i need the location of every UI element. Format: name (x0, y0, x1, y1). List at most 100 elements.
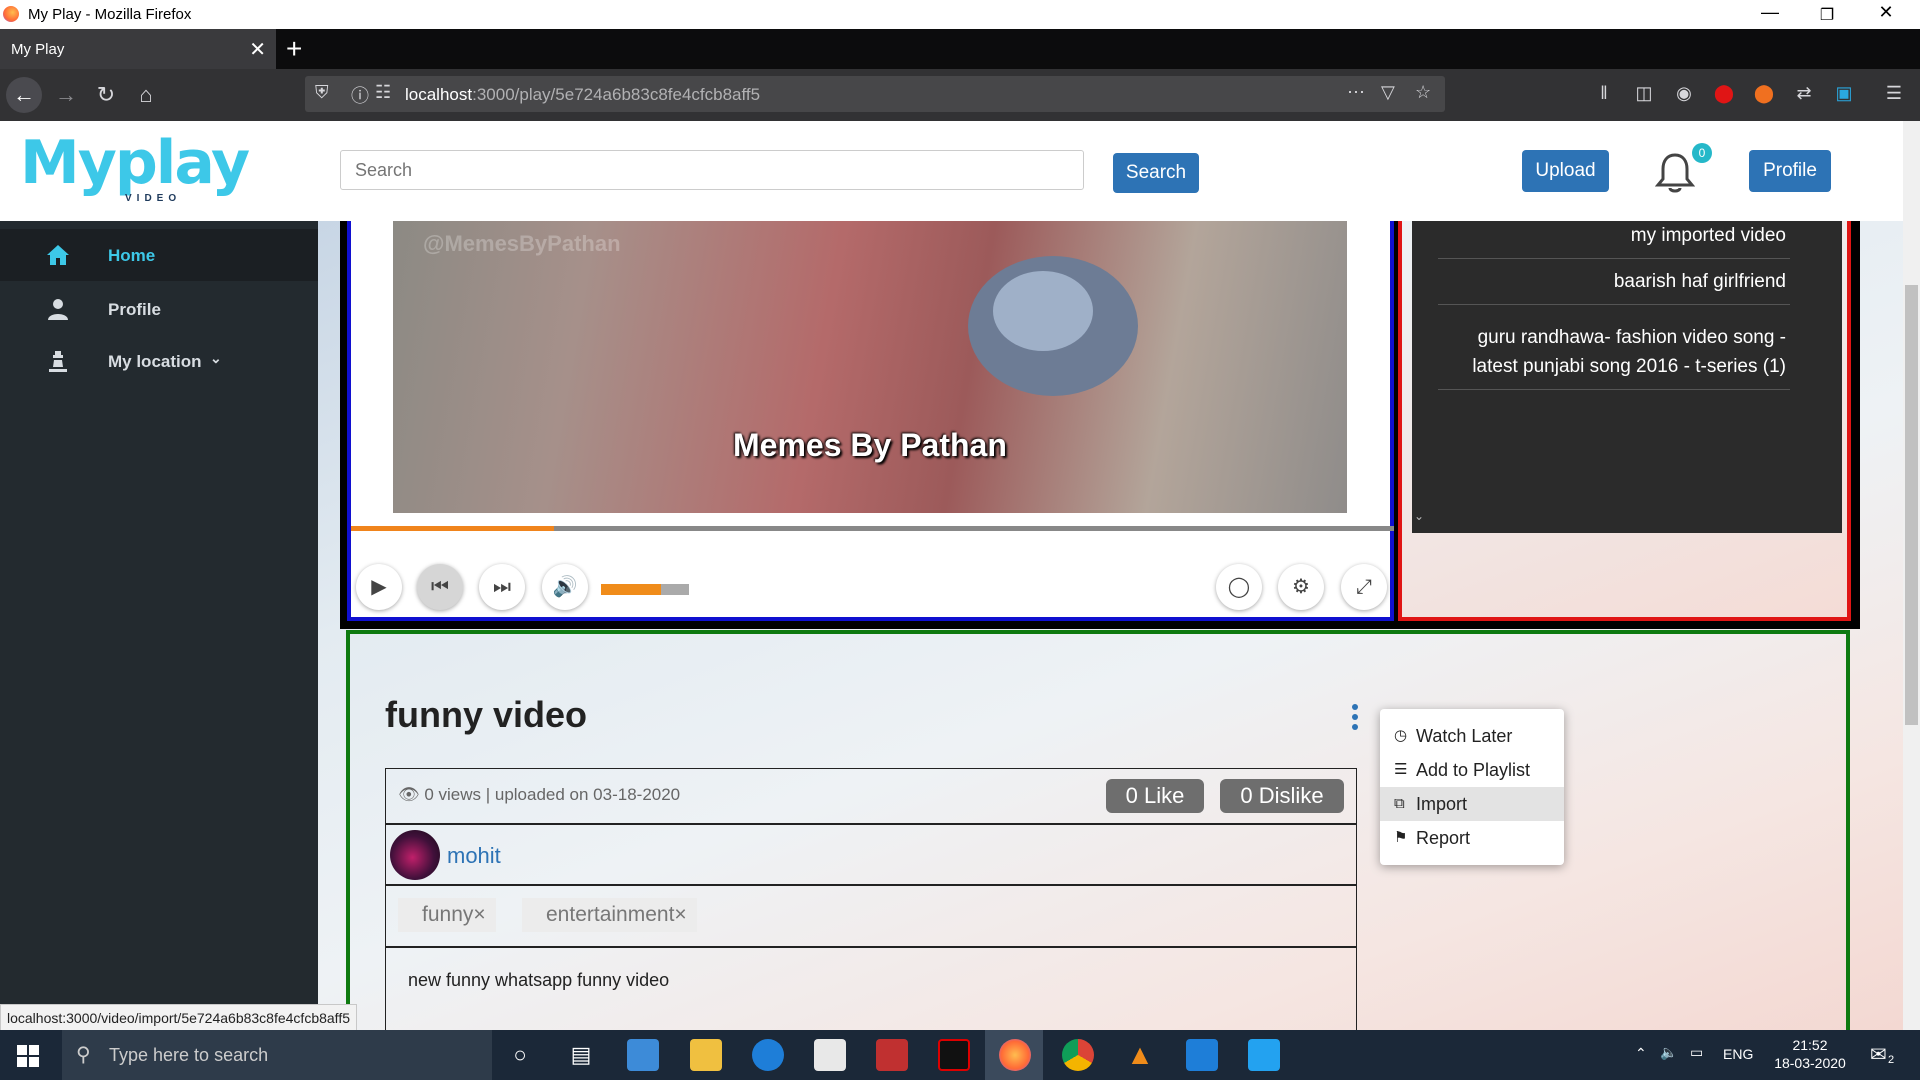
back-arrow-icon[interactable]: ← (6, 77, 42, 113)
upload-button[interactable]: Upload (1522, 150, 1609, 192)
profile-button[interactable]: Profile (1749, 150, 1831, 192)
tab-my-play[interactable]: My Play ✕ (0, 29, 276, 69)
more-options-icon[interactable] (1350, 702, 1360, 732)
chrome-icon[interactable] (1062, 1039, 1094, 1071)
bell-icon[interactable] (1655, 151, 1695, 195)
menu-item-add-to-playlist[interactable]: ☰ Add to Playlist (1380, 753, 1564, 787)
logo-text: Myplay (20, 128, 250, 198)
tags-row: funny× entertainment× (385, 885, 1357, 947)
url-bar[interactable]: ⛨ ⓘ ☷ localhost:3000/play/5e724a6b83c8fe… (305, 76, 1445, 112)
video-screen[interactable]: @MemesByPathan Memes By Pathan (393, 221, 1347, 513)
playlist-item[interactable]: baarish haf girlfriend (1438, 261, 1790, 305)
menu-item-label: Add to Playlist (1416, 760, 1531, 780)
avatar[interactable] (390, 830, 440, 880)
info-icon[interactable]: ⓘ (351, 82, 369, 108)
extension-red-icon[interactable]: ⬤ (1712, 81, 1736, 105)
sidebar-item-my-location[interactable]: My location ⌄ (0, 335, 318, 387)
uploader-name[interactable]: mohit (447, 843, 501, 869)
sidebar-toggle-icon[interactable]: ◫ (1632, 81, 1656, 105)
dislike-button[interactable]: 0 Dislike (1220, 779, 1344, 813)
media-player-icon[interactable] (876, 1039, 908, 1071)
playlist-item[interactable]: guru randhawa- fashion video song - late… (1438, 317, 1790, 390)
volume-slider[interactable] (601, 584, 689, 595)
minimize-button[interactable]: — (1740, 2, 1800, 23)
pocket-icon[interactable]: ▽ (1381, 82, 1395, 103)
search-icon: ⚲ (76, 1044, 91, 1066)
search-input[interactable] (340, 150, 1084, 190)
sidebar-item-label: My location (108, 352, 202, 371)
progress-fill (351, 526, 555, 531)
progress-bar[interactable] (351, 526, 1394, 531)
home-icon[interactable]: ⌂ (128, 77, 164, 113)
video-description: new funny whatsapp funny video (408, 970, 670, 990)
copy-icon: ⧉ (1394, 795, 1405, 812)
sidebar: Home Profile My location ⌄ (0, 221, 318, 1030)
extension-orange-icon[interactable]: ⬤ (1752, 81, 1776, 105)
file-explorer-icon[interactable] (690, 1039, 722, 1071)
vlc-icon[interactable]: ▲ (1124, 1039, 1156, 1071)
language-indicator[interactable]: ENG (1723, 1046, 1753, 1062)
library-icon[interactable]: ‖ (1592, 81, 1616, 105)
taskbar-search-placeholder: Type here to search (109, 1045, 269, 1065)
scrollbar-thumb[interactable] (1905, 285, 1918, 725)
task-view-icon[interactable]: ▤ (565, 1039, 597, 1071)
video-details: funny video 👁 0 views | uploaded on 03-1… (346, 630, 1850, 1047)
tab-title: My Play (11, 41, 65, 58)
home-icon (47, 245, 69, 265)
skip-forward-icon[interactable]: ⏭ (479, 564, 525, 610)
extension-blue-icon[interactable]: ▣ (1832, 81, 1856, 105)
netflix-icon[interactable] (938, 1039, 970, 1071)
settings-gear-icon[interactable]: ⚙ (1278, 564, 1324, 610)
taskbar-search-box[interactable]: ⚲ Type here to search (62, 1030, 492, 1080)
myplay-logo[interactable]: Myplay VIDEO (20, 128, 250, 204)
tag-chip[interactable]: entertainment× (522, 898, 697, 932)
bookmark-star-icon[interactable]: ☆ (1415, 82, 1431, 103)
url-path: :3000/play/5e724a6b83c8fe4cfcb8aff5 (472, 85, 761, 104)
search-button[interactable]: Search (1113, 153, 1199, 193)
url-text[interactable]: localhost:3000/play/5e724a6b83c8fe4cfcb8… (405, 85, 760, 105)
taskbar-clock[interactable]: 21:52 18-03-2020 (1765, 1036, 1855, 1072)
lightbulb-icon[interactable]: ◯ (1216, 564, 1262, 610)
speaker-icon[interactable]: 🔈 (1660, 1044, 1677, 1061)
more-actions-icon[interactable]: ⋯ (1347, 82, 1365, 103)
menu-item-report[interactable]: ⚑ Report (1380, 821, 1564, 855)
sync-icon[interactable]: ⇄ (1792, 81, 1816, 105)
shield-icon[interactable]: ⛨ (315, 82, 329, 103)
forward-arrow-icon[interactable]: → (48, 77, 84, 113)
mail-icon[interactable] (1186, 1039, 1218, 1071)
vscode-icon[interactable] (1248, 1039, 1280, 1071)
reload-icon[interactable]: ↻ (88, 77, 124, 113)
sidebar-item-home[interactable]: Home (0, 229, 318, 281)
account-icon[interactable]: ◉ (1672, 81, 1696, 105)
like-button[interactable]: 0 Like (1106, 779, 1204, 813)
permissions-icon[interactable]: ☷ (375, 82, 391, 103)
skip-back-icon[interactable]: ⏮ (417, 564, 463, 610)
clock-icon: ◷ (1394, 727, 1408, 744)
tray-chevron-up-icon[interactable]: ⌃ (1635, 1045, 1647, 1062)
menu-item-watch-later[interactable]: ◷ Watch Later (1380, 719, 1564, 753)
fullscreen-icon[interactable]: ⤢ (1341, 564, 1387, 610)
scroll-down-icon[interactable]: ⌄ (1414, 509, 1424, 523)
edge-icon[interactable] (752, 1039, 784, 1071)
volume-icon[interactable]: 🔊 (542, 564, 588, 610)
close-window-button[interactable]: ✕ (1856, 2, 1916, 23)
windows-start-icon[interactable] (16, 1044, 40, 1068)
hamburger-menu-icon[interactable]: ☰ (1882, 81, 1906, 105)
sidebar-item-profile[interactable]: Profile (0, 283, 318, 335)
monitor-app-icon[interactable] (627, 1039, 659, 1071)
sidebar-item-label: Home (108, 246, 156, 265)
task-view-circle-icon[interactable]: ○ (504, 1039, 536, 1071)
menu-item-import[interactable]: ⧉ Import (1380, 787, 1564, 821)
playlist-item[interactable]: my imported video (1438, 215, 1790, 259)
new-tab-button[interactable]: + (286, 33, 302, 65)
firefox-taskbar-icon[interactable] (999, 1039, 1031, 1071)
tab-close-icon[interactable]: ✕ (249, 37, 266, 62)
dislike-label: 0 Dislike (1240, 783, 1324, 808)
store-icon[interactable] (814, 1039, 846, 1071)
notification-center-icon[interactable]: ✉ (1870, 1042, 1887, 1067)
tag-chip[interactable]: funny× (398, 898, 496, 932)
video-stats-row: 👁 0 views | uploaded on 03-18-2020 0 Lik… (385, 768, 1357, 824)
play-icon[interactable]: ▶ (356, 564, 402, 610)
restore-button[interactable]: ❐ (1797, 5, 1857, 25)
battery-icon[interactable]: ▭ (1690, 1044, 1703, 1061)
